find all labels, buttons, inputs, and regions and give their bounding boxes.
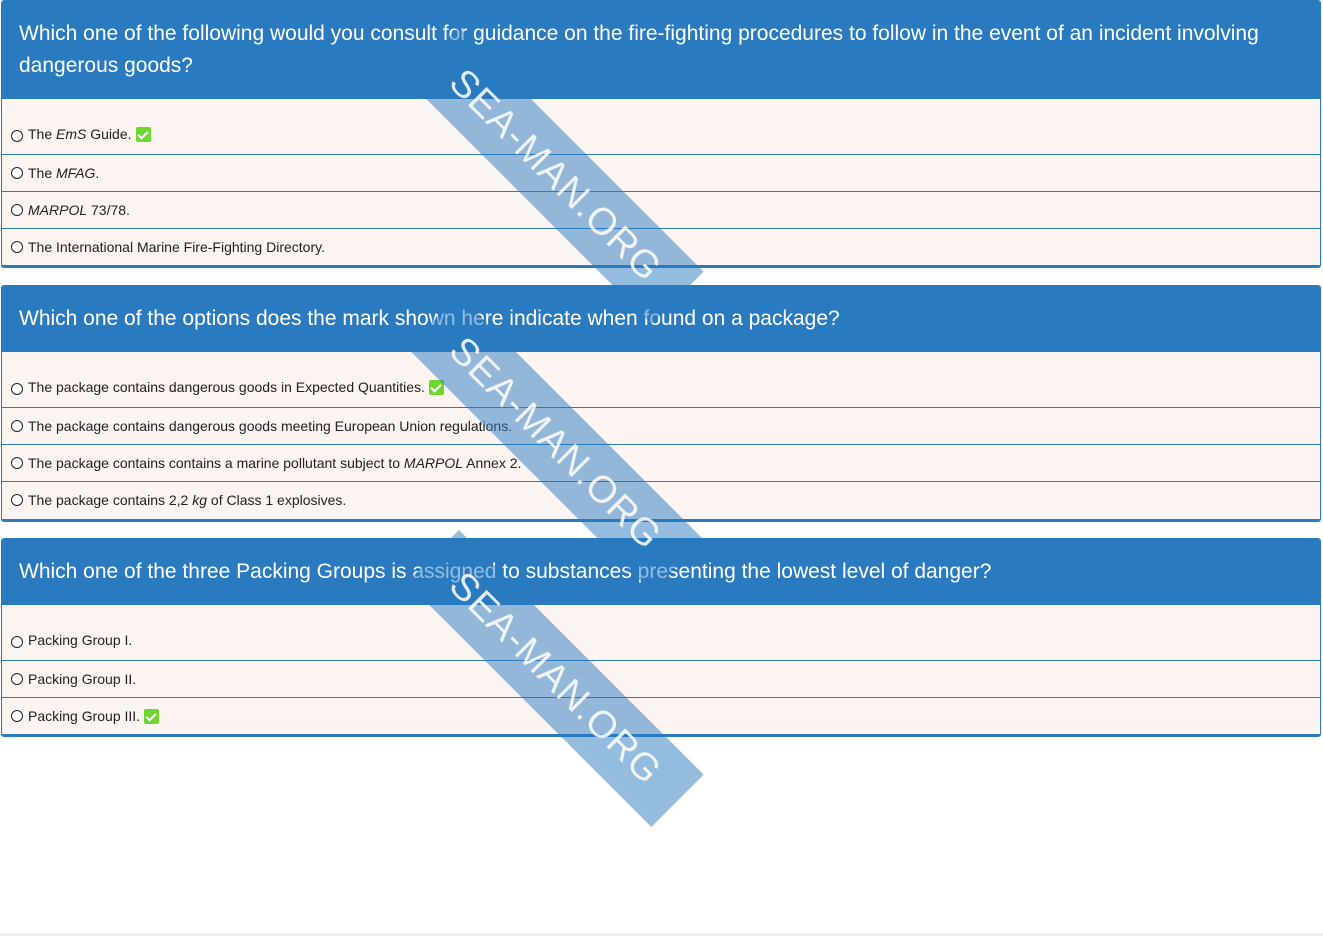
radio-button[interactable]: [11, 241, 23, 253]
answer-label: The package contains 2,2 kg of Class 1 e…: [28, 492, 347, 508]
answer-option[interactable]: The EmS Guide.: [2, 99, 1320, 154]
correct-check-icon: [135, 127, 151, 142]
answer-label: The package contains contains a marine p…: [28, 455, 522, 471]
quiz-page: Which one of the following would you con…: [0, 0, 1323, 936]
question-panel-2: Which one of the options does the mark s…: [1, 285, 1321, 522]
answer-option[interactable]: The MFAG.: [2, 154, 1320, 191]
question-panel-1: Which one of the following would you con…: [1, 0, 1321, 268]
answer-option[interactable]: The package contains dangerous goods mee…: [2, 407, 1320, 444]
radio-button[interactable]: [11, 383, 23, 395]
answer-label: The MFAG.: [28, 165, 100, 181]
answer-option[interactable]: Packing Group III.: [2, 697, 1320, 734]
answer-option[interactable]: The package contains dangerous goods in …: [2, 352, 1320, 407]
question-text: Which one of the following would you con…: [19, 22, 1259, 77]
question-header-2: Which one of the options does the mark s…: [2, 286, 1320, 352]
answer-label: Packing Group II.: [28, 671, 137, 687]
options-list: Packing Group I. Packing Group II. Packi…: [2, 605, 1320, 734]
question-text: Which one of the three Packing Groups is…: [19, 560, 992, 583]
answer-label: MARPOL 73/78.: [28, 202, 130, 218]
answer-label: The package contains dangerous goods mee…: [28, 418, 513, 434]
radio-button[interactable]: [11, 420, 23, 432]
question-panel-3: Which one of the three Packing Groups is…: [1, 538, 1321, 737]
radio-button[interactable]: [11, 636, 23, 648]
radio-button[interactable]: [11, 204, 23, 216]
answer-option[interactable]: Packing Group I.: [2, 605, 1320, 660]
question-header-3: Which one of the three Packing Groups is…: [2, 539, 1320, 605]
answer-option[interactable]: The package contains 2,2 kg of Class 1 e…: [2, 481, 1320, 518]
answer-option[interactable]: MARPOL 73/78.: [2, 191, 1320, 228]
answer-label: The package contains dangerous goods in …: [28, 379, 425, 395]
answer-label: The International Marine Fire-Fighting D…: [28, 239, 325, 255]
radio-button[interactable]: [11, 457, 23, 469]
answer-label: Packing Group I.: [28, 632, 133, 648]
answer-option[interactable]: Packing Group II.: [2, 660, 1320, 697]
question-header-1: Which one of the following would you con…: [2, 1, 1320, 99]
question-text: Which one of the options does the mark s…: [19, 307, 840, 330]
answer-label: The EmS Guide.: [28, 126, 132, 142]
radio-button[interactable]: [11, 710, 23, 722]
correct-check-icon: [428, 380, 444, 395]
answer-option[interactable]: The package contains contains a marine p…: [2, 444, 1320, 481]
radio-button[interactable]: [11, 673, 23, 685]
options-list: The EmS Guide. The MFAG. MARPOL 73/78. T…: [2, 99, 1320, 265]
radio-button[interactable]: [11, 130, 23, 142]
answer-option[interactable]: The International Marine Fire-Fighting D…: [2, 228, 1320, 265]
radio-button[interactable]: [11, 167, 23, 179]
options-list: The package contains dangerous goods in …: [2, 352, 1320, 518]
radio-button[interactable]: [11, 494, 23, 506]
answer-label: Packing Group III.: [28, 708, 141, 724]
correct-check-icon: [144, 708, 160, 724]
